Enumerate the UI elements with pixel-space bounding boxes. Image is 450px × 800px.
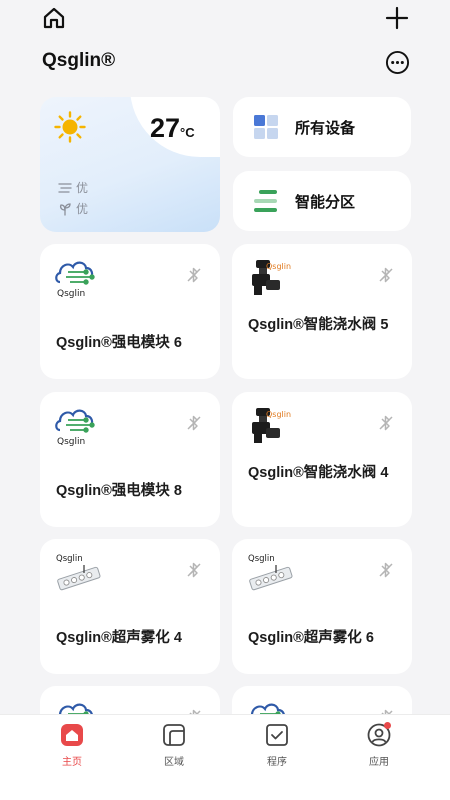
tab-label: 程序 [267, 757, 287, 768]
home-icon [61, 724, 83, 746]
temperature: 27°C [150, 113, 195, 143]
weather-card[interactable]: 27°C 优 优 [40, 97, 220, 232]
svg-text:Qsglin: Qsglin [57, 437, 85, 447]
tab-label: 区域 [164, 757, 184, 768]
home-icon[interactable] [42, 6, 66, 30]
sun-icon [54, 111, 86, 143]
smart-zones-label: 智能分区 [295, 192, 356, 211]
valve-icon: Qsglin [252, 408, 291, 443]
humidity-level: 优 [76, 181, 89, 195]
svg-text:Qsglin: Qsglin [248, 554, 275, 564]
svg-text:Qsglin: Qsglin [56, 554, 83, 564]
valve-icon: Qsglin [252, 260, 291, 295]
device-card[interactable]: Qsglin Qsglin®智能浇水阀 4 [232, 392, 412, 527]
device-card[interactable]: Qsglin Qsglin®超声雾化 6 [232, 539, 412, 674]
mist-maker-icon: Qsglin [56, 554, 101, 591]
grid-icon [254, 115, 278, 139]
cloud-module-icon: Qsglin [55, 261, 95, 299]
plus-icon[interactable] [385, 6, 409, 30]
zones-icon [254, 190, 277, 212]
device-card[interactable]: Qsglin Qsglin®智能浇水阀 5 [232, 244, 412, 379]
bluetooth-off-icon [187, 267, 201, 283]
tab-home[interactable]: 主页 [42, 723, 102, 768]
more-options-icon[interactable] [385, 50, 410, 75]
lines-icon [58, 182, 72, 193]
all-devices-label: 所有设备 [295, 118, 356, 137]
device-card[interactable]: Qsglin Qsglin®强电模块 6 [40, 244, 220, 379]
tab-apps[interactable]: 应用 [349, 722, 409, 768]
svg-text:Qsglin: Qsglin [266, 410, 291, 419]
tab-program[interactable]: 程序 [247, 723, 307, 768]
notification-dot [384, 722, 391, 729]
smart-zones-button[interactable]: 智能分区 [233, 171, 411, 231]
mist-maker-icon: Qsglin [248, 554, 293, 591]
device-name: Qsglin®强电模块 8 [56, 483, 182, 499]
bluetooth-off-icon [379, 562, 393, 578]
cloud-module-icon: Qsglin [55, 409, 95, 447]
humidity-row: 优 [58, 179, 88, 196]
top-bar [0, 0, 450, 40]
tab-label: 应用 [369, 757, 389, 768]
device-name: Qsglin®超声雾化 6 [248, 630, 374, 646]
svg-text:Qsglin: Qsglin [266, 262, 291, 271]
leaf-icon [59, 202, 71, 216]
tab-area[interactable]: 区域 [144, 723, 204, 768]
bluetooth-off-icon [187, 562, 201, 578]
bluetooth-off-icon [187, 415, 201, 431]
svg-text:Qsglin: Qsglin [57, 289, 85, 299]
air-level: 优 [76, 202, 89, 216]
device-name: Qsglin®智能浇水阀 4 [248, 465, 389, 481]
tab-label: 主页 [62, 757, 82, 768]
air-row: 优 [58, 200, 88, 217]
bluetooth-off-icon [379, 267, 393, 283]
area-icon [163, 724, 185, 746]
device-name: Qsglin®智能浇水阀 5 [248, 317, 389, 333]
page-title: Qsglin® [42, 50, 116, 71]
device-name: Qsglin®强电模块 6 [56, 335, 182, 351]
all-devices-button[interactable]: 所有设备 [233, 97, 411, 157]
device-name: Qsglin®超声雾化 4 [56, 630, 182, 646]
device-card[interactable]: Qsglin Qsglin®强电模块 8 [40, 392, 220, 527]
device-card[interactable]: Qsglin Qsglin®超声雾化 4 [40, 539, 220, 674]
temperature-unit: °C [180, 125, 195, 140]
program-icon [266, 724, 288, 746]
bottom-tab-bar: 主页 区域 程序 应用 [0, 714, 450, 800]
bluetooth-off-icon [379, 415, 393, 431]
